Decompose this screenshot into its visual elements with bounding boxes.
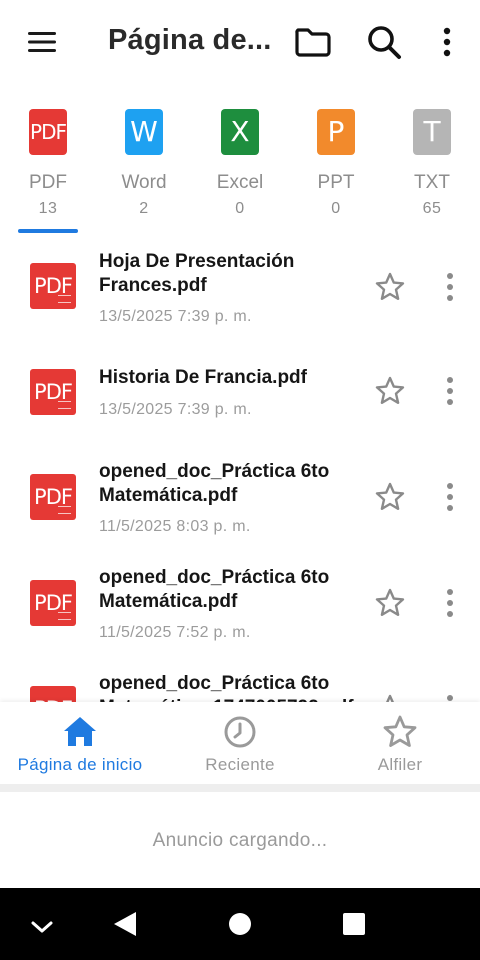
pdf-file-icon: PDF [30, 686, 76, 702]
system-navigation-bar [0, 888, 480, 960]
list-item[interactable]: PDF Hoja De Presentación Frances.pdf 13/… [0, 238, 480, 344]
page-title: Página de... [108, 24, 272, 56]
menu-icon[interactable] [26, 28, 58, 56]
more-vert-icon[interactable] [436, 24, 458, 60]
nav-pinned[interactable]: Alfiler [320, 702, 480, 784]
pdf-file-icon: PDF [30, 474, 76, 520]
nav-recent[interactable]: Reciente [160, 702, 320, 784]
file-name: opened_doc_Práctica 6to Matemática.pdf [99, 461, 330, 506]
tab-label: Excel [216, 172, 264, 193]
tab-ppt[interactable]: P PPT 0 [288, 100, 384, 230]
more-vert-icon[interactable] [440, 481, 460, 513]
clock-icon [224, 716, 256, 748]
tab-word[interactable]: W Word 2 [96, 100, 192, 230]
divider [0, 784, 480, 792]
file-date: 11/5/2025 8:03 p. m. [99, 518, 251, 535]
file-name: opened_doc_Práctica 6to Matemática.pdf [99, 567, 330, 612]
list-item[interactable]: PDF opened_doc_Práctica 6to Matemática.p… [0, 556, 480, 662]
list-item[interactable]: PDF opened_doc_Práctica 6to Matemática_1… [0, 662, 480, 702]
pdf-file-icon: PDF [30, 580, 76, 626]
txt-file-icon: T [413, 109, 451, 155]
tab-count: 65 [422, 200, 442, 217]
word-file-icon: W [125, 109, 163, 155]
search-icon[interactable] [366, 24, 402, 60]
tab-count: 0 [235, 200, 245, 217]
excel-file-icon: X [221, 109, 259, 155]
list-item[interactable]: PDF opened_doc_Práctica 6to Matemática.p… [0, 450, 480, 556]
file-name: Historia De Francia.pdf [99, 367, 307, 388]
more-vert-icon[interactable] [440, 587, 460, 619]
back-icon[interactable] [112, 910, 138, 938]
star-outline-icon[interactable] [374, 587, 406, 619]
file-type-tabs: PDF PDF 13 W Word 2 X Excel 0 P PPT 0 T … [0, 100, 480, 236]
list-item[interactable]: PDF Historia De Francia.pdf 13/5/2025 7:… [0, 344, 480, 450]
pdf-file-icon: PDF [30, 263, 76, 309]
star-outline-icon[interactable] [374, 375, 406, 407]
tab-excel[interactable]: X Excel 0 [192, 100, 288, 230]
tab-label: Word [121, 172, 167, 193]
chevron-down-icon[interactable] [30, 918, 54, 936]
nav-label: Reciente [205, 755, 275, 774]
tab-pdf[interactable]: PDF PDF 13 [0, 100, 96, 230]
star-outline-icon [383, 715, 417, 747]
file-date: 13/5/2025 7:39 p. m. [99, 401, 252, 418]
tab-count: 2 [139, 200, 149, 217]
file-list: PDF Hoja De Presentación Frances.pdf 13/… [0, 238, 480, 702]
file-name: Hoja De Presentación Frances.pdf [99, 251, 295, 296]
bottom-navigation: Página de inicio Reciente Alfiler [0, 702, 480, 784]
tab-label: PPT [317, 172, 355, 193]
ppt-file-icon: P [317, 109, 355, 155]
tab-label: TXT [414, 172, 450, 193]
nav-label: Página de inicio [17, 755, 143, 774]
folder-icon[interactable] [294, 24, 332, 60]
nav-home[interactable]: Página de inicio [0, 702, 160, 784]
home-icon [64, 717, 96, 746]
file-date: 13/5/2025 7:39 p. m. [99, 308, 252, 325]
tab-count: 13 [38, 200, 58, 217]
file-date: 11/5/2025 7:52 p. m. [99, 624, 251, 641]
more-vert-icon[interactable] [440, 375, 460, 407]
star-outline-icon[interactable] [374, 271, 406, 303]
star-outline-icon[interactable] [374, 481, 406, 513]
nav-label: Alfiler [377, 755, 423, 774]
pdf-file-icon: PDF [30, 369, 76, 415]
home-circle-icon[interactable] [228, 912, 252, 936]
more-vert-icon[interactable] [440, 271, 460, 303]
file-name: opened_doc_Práctica 6to Matemática_17470… [99, 673, 354, 702]
pdf-file-icon: PDF [29, 109, 67, 155]
ad-loading-text: Anuncio cargando... [152, 830, 328, 851]
ad-banner[interactable]: Anuncio cargando... [0, 792, 480, 888]
tab-label: PDF [29, 172, 67, 193]
tab-txt[interactable]: T TXT 65 [384, 100, 480, 230]
recents-square-icon[interactable] [342, 912, 366, 936]
tab-count: 0 [331, 200, 341, 217]
top-app-bar: Página de... [0, 0, 480, 84]
selected-tab-indicator [18, 229, 78, 233]
more-vert-icon[interactable] [440, 693, 460, 702]
star-outline-icon[interactable] [374, 693, 406, 702]
